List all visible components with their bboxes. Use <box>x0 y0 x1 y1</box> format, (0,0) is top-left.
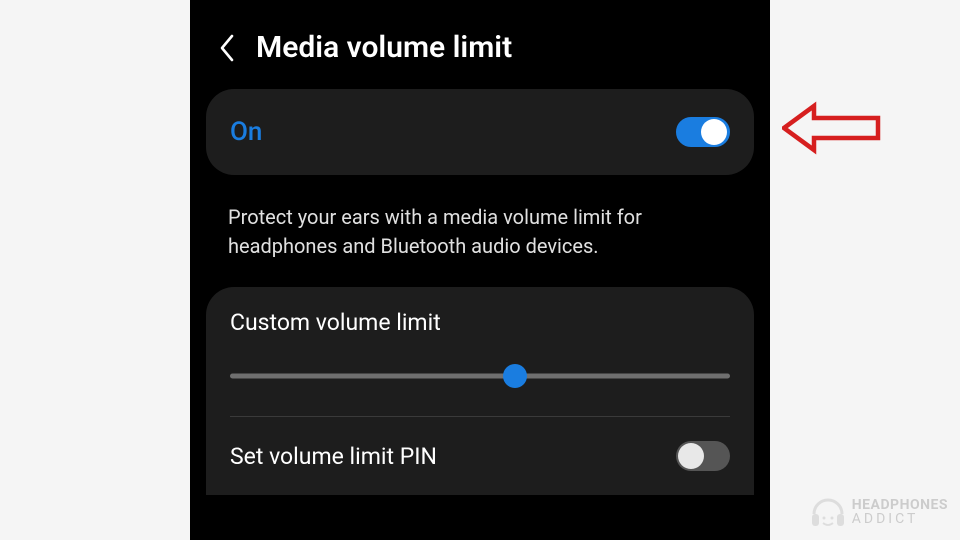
options-card: Custom volume limit Set volume limit PIN <box>206 287 754 495</box>
slider-thumb[interactable] <box>503 364 527 388</box>
settings-panel: Media volume limit On Protect your ears … <box>190 0 770 540</box>
slider-track <box>230 374 730 379</box>
master-toggle-label: On <box>230 117 262 147</box>
watermark-line1: HEADPHONES <box>852 498 948 512</box>
pin-label: Set volume limit PIN <box>230 443 437 470</box>
watermark: HEADPHONES ADDICT <box>810 494 948 530</box>
pin-row[interactable]: Set volume limit PIN <box>230 417 730 495</box>
watermark-text: HEADPHONES ADDICT <box>852 498 948 526</box>
description-text: Protect your ears with a media volume li… <box>190 185 770 287</box>
watermark-logo-icon <box>810 494 846 530</box>
arrow-annotation-icon <box>782 100 882 156</box>
master-toggle-switch[interactable] <box>676 117 730 147</box>
master-toggle-card: On <box>206 89 754 175</box>
watermark-line2: ADDICT <box>852 512 948 526</box>
pin-toggle-switch[interactable] <box>676 441 730 471</box>
page-title: Media volume limit <box>256 30 512 65</box>
volume-slider[interactable] <box>230 364 730 388</box>
custom-volume-label: Custom volume limit <box>230 309 730 336</box>
switch-knob-icon <box>701 119 727 145</box>
back-icon[interactable] <box>214 35 240 61</box>
switch-knob-icon <box>678 443 704 469</box>
header-bar: Media volume limit <box>190 0 770 89</box>
master-toggle-row[interactable]: On <box>230 111 730 153</box>
